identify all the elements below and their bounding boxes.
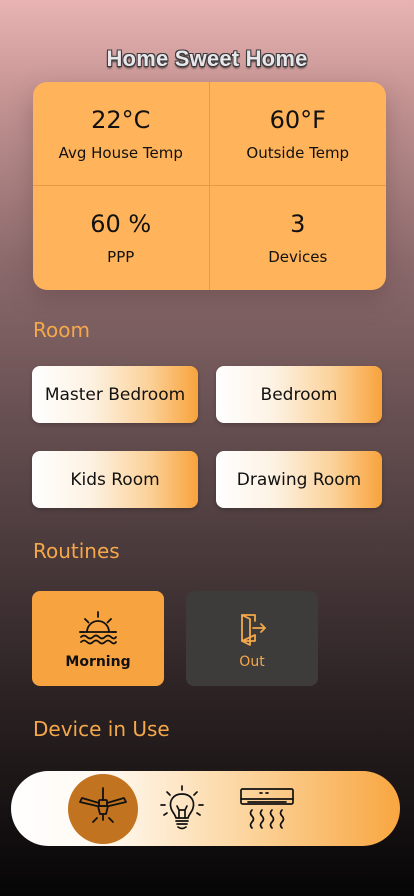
light-bulb-icon[interactable] (158, 784, 206, 834)
device-in-use-heading: Device in Use (33, 717, 170, 741)
air-conditioner-icon[interactable] (238, 786, 296, 834)
ceiling-fan-icon (79, 787, 127, 823)
stat-value: 60 % (90, 210, 152, 238)
stat-value: 3 (290, 210, 306, 238)
stat-label: Outside Temp (246, 143, 350, 162)
stat-ppp: 60 % PPP (33, 186, 210, 290)
routine-label: Out (239, 653, 265, 670)
room-button-kids-room[interactable]: Kids Room (32, 451, 198, 508)
stat-label: Avg House Temp (58, 143, 183, 162)
exit-door-icon (241, 613, 266, 646)
routine-morning-button[interactable]: Morning (32, 591, 164, 686)
stat-value: 22°C (91, 105, 151, 134)
stat-value: 60°F (269, 105, 326, 134)
room-button-bedroom[interactable]: Bedroom (216, 366, 382, 423)
room-heading: Room (33, 318, 90, 342)
sunrise-icon (79, 610, 117, 644)
stat-devices: 3 Devices (210, 186, 387, 290)
routines-heading: Routines (33, 539, 120, 563)
stat-outside-temp: 60°F Outside Temp (209, 82, 386, 186)
page-title: Home Sweet Home (106, 46, 308, 71)
device-fan-button[interactable] (68, 774, 138, 844)
stat-label: Devices (268, 248, 328, 266)
room-button-drawing-room[interactable]: Drawing Room (216, 451, 382, 508)
room-button-master-bedroom[interactable]: Master Bedroom (32, 366, 198, 423)
routine-label: Morning (65, 653, 131, 670)
routine-out-button[interactable]: Out (186, 591, 318, 686)
stat-avg-house-temp: 22°C Avg House Temp (33, 82, 210, 186)
stat-label: PPP (107, 248, 135, 266)
home-stats-card: 22°C Avg House Temp 60°F Outside Temp 60… (33, 82, 386, 290)
